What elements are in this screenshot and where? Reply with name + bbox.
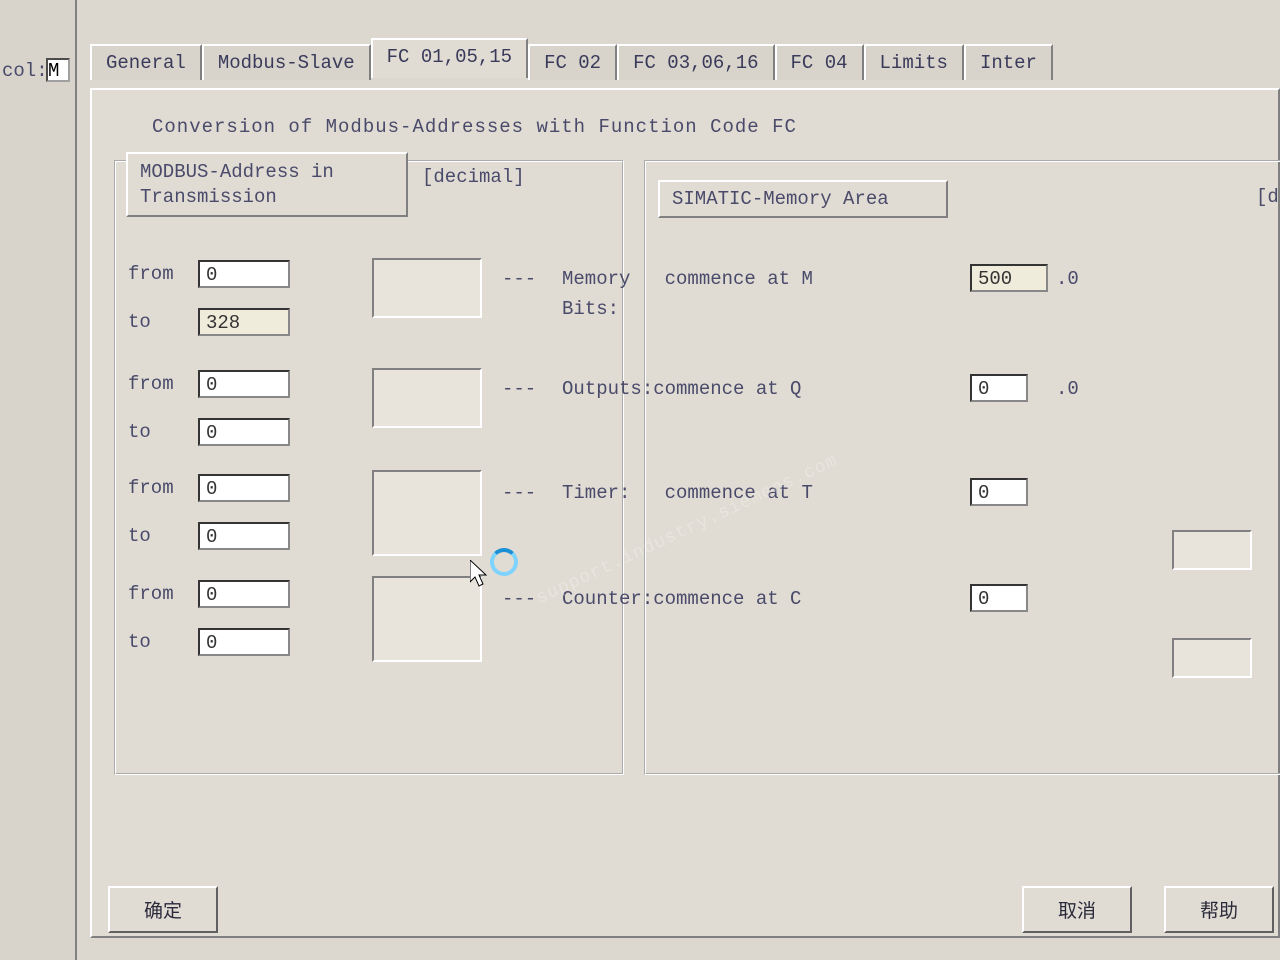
row2-display-box [372, 368, 482, 428]
row1-to: to 328 [128, 308, 290, 336]
row3-display-box [372, 470, 482, 556]
panel-title: Conversion of Modbus-Addresses with Func… [152, 116, 1258, 138]
row3-to: to 0 [128, 522, 290, 550]
timer-label: Timer: commence at T [562, 482, 813, 504]
row1-to-field[interactable]: 328 [198, 308, 290, 336]
legend-line2: Transmission [140, 186, 277, 208]
row1-display-box [372, 258, 482, 318]
row4-dashes: --- [502, 588, 536, 610]
row3-from: from 0 [128, 474, 290, 502]
cancel-button[interactable]: 取消 [1022, 886, 1132, 933]
row4-to-field[interactable]: 0 [198, 628, 290, 656]
row2-to: to 0 [128, 418, 290, 446]
memory-m-field[interactable]: 500 [970, 264, 1048, 292]
from-label-3: from [128, 477, 188, 499]
row4-from: from 0 [128, 580, 290, 608]
row2-dashes: --- [502, 378, 536, 400]
counter-c-field[interactable]: 0 [970, 584, 1028, 612]
simatic-memory-group [644, 160, 1280, 775]
row3-from-field[interactable]: 0 [198, 474, 290, 502]
from-label-4: from [128, 583, 188, 605]
row4-display-box [372, 576, 482, 662]
row2-to-field[interactable]: 0 [198, 418, 290, 446]
memory-bits-label: Memory commence at M [562, 268, 813, 290]
row2-from: from 0 [128, 370, 290, 398]
to-label: to [128, 311, 188, 333]
tab-inter[interactable]: Inter [964, 44, 1053, 80]
counter-label: Counter:commence at C [562, 588, 801, 610]
decimal-label-left: [decimal] [422, 166, 525, 188]
from-label-2: from [128, 373, 188, 395]
right-extra-box-1 [1172, 530, 1252, 570]
help-button[interactable]: 帮助 [1164, 886, 1274, 933]
simatic-memory-legend: SIMATIC-Memory Area [658, 180, 948, 218]
memory-m-suffix: .0 [1056, 268, 1079, 290]
tab-general[interactable]: General [90, 44, 202, 80]
legend-line1: MODBUS-Address in [140, 161, 334, 183]
to-label-2: to [128, 421, 188, 443]
outputs-label: Outputs:commence at Q [562, 378, 801, 400]
row3-dashes: --- [502, 482, 536, 504]
col-label: col: [2, 60, 48, 82]
row1-from-field[interactable]: 0 [198, 260, 290, 288]
tab-limits[interactable]: Limits [864, 44, 964, 80]
memory-bits-label2: Bits: [562, 298, 619, 320]
outputs-q-field[interactable]: 0 [970, 374, 1028, 402]
tab-panel: Conversion of Modbus-Addresses with Func… [90, 88, 1280, 938]
tab-fc04[interactable]: FC 04 [775, 44, 864, 80]
busy-ring-icon [490, 548, 518, 576]
timer-t-field[interactable]: 0 [970, 478, 1028, 506]
row1-from: from 0 [128, 260, 290, 288]
to-label-4: to [128, 631, 188, 653]
row1-dashes: --- [502, 268, 536, 290]
tab-strip: General Modbus-Slave FC 01,05,15 FC 02 F… [90, 38, 1053, 78]
tab-fc01-05-15[interactable]: FC 01,05,15 [371, 38, 528, 78]
tab-fc03-06-16[interactable]: FC 03,06,16 [617, 44, 774, 80]
tab-fc02[interactable]: FC 02 [528, 44, 617, 80]
row2-from-field[interactable]: 0 [198, 370, 290, 398]
to-label-3: to [128, 525, 188, 547]
decimal-label-right: [decimal [1256, 186, 1280, 208]
modbus-address-group [114, 160, 624, 775]
row4-to: to 0 [128, 628, 290, 656]
ok-button[interactable]: 确定 [108, 886, 218, 933]
row4-from-field[interactable]: 0 [198, 580, 290, 608]
right-extra-box-2 [1172, 638, 1252, 678]
col-input[interactable]: M [46, 58, 70, 82]
modbus-address-legend: MODBUS-Address in Transmission [126, 152, 408, 217]
outputs-q-suffix: .0 [1056, 378, 1079, 400]
tab-modbus-slave[interactable]: Modbus-Slave [202, 44, 371, 80]
from-label: from [128, 263, 188, 285]
row3-to-field[interactable]: 0 [198, 522, 290, 550]
